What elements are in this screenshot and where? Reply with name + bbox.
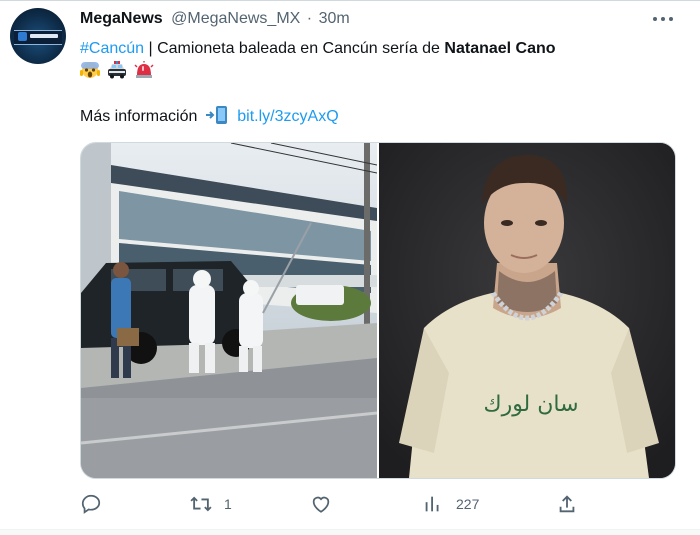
avatar-logo-bar (30, 34, 58, 38)
retweet-icon (190, 496, 212, 512)
tweet-header: MegaNews @MegaNews_MX · 30m (80, 10, 350, 28)
header-separator: · (306, 10, 313, 27)
tweet-body: | Camioneta baleada en Cancún sería de (144, 40, 445, 57)
like-icon (312, 496, 330, 513)
retweet-button[interactable]: 1 (190, 490, 232, 518)
avatar-logo-mark (18, 32, 27, 41)
police-car-emoji-icon (108, 61, 126, 79)
tweet-bold-name: Natanael Cano (444, 40, 556, 57)
mobile-phone-arrow-icon (205, 106, 227, 124)
views-button[interactable]: 227 (422, 490, 479, 518)
views-icon (425, 496, 439, 512)
retweet-count: 1 (224, 496, 232, 512)
share-icon (559, 495, 575, 513)
tweet-text: #Cancún | Camioneta baleada en Cancún se… (80, 38, 556, 59)
more-info-line: Más información bit.ly/3zcyAxQ (80, 106, 339, 126)
author-name[interactable]: MegaNews (80, 10, 163, 27)
more-info-label: Más información (80, 108, 198, 125)
share-button[interactable] (556, 490, 590, 518)
article-link[interactable]: bit.ly/3zcyAxQ (237, 108, 338, 125)
tweet-media: ﺳﺎﻥ ﻟﻮﺭﻙ (80, 142, 676, 479)
scream-emoji-icon (80, 62, 100, 78)
rotating-light-emoji-icon (134, 61, 154, 78)
shirt-text: ﺳﺎﻥ ﻟﻮﺭﻙ (483, 392, 578, 417)
action-bar: 1 227 (80, 490, 674, 518)
top-divider (0, 0, 700, 1)
author-handle[interactable]: @MegaNews_MX (171, 10, 300, 27)
bottom-divider (0, 529, 700, 535)
reply-icon (81, 494, 101, 514)
tweet-time[interactable]: 30m (319, 10, 350, 27)
views-count: 227 (456, 496, 480, 512)
hashtag-link[interactable]: #Cancún (80, 40, 144, 57)
crime-scene-photo[interactable] (81, 143, 377, 478)
more-options-icon[interactable] (652, 12, 674, 26)
reply-button[interactable] (80, 490, 114, 518)
like-button[interactable] (310, 490, 344, 518)
avatar[interactable] (10, 8, 66, 64)
portrait-photo[interactable]: ﺳﺎﻥ ﻟﻮﺭﻙ (379, 143, 675, 478)
